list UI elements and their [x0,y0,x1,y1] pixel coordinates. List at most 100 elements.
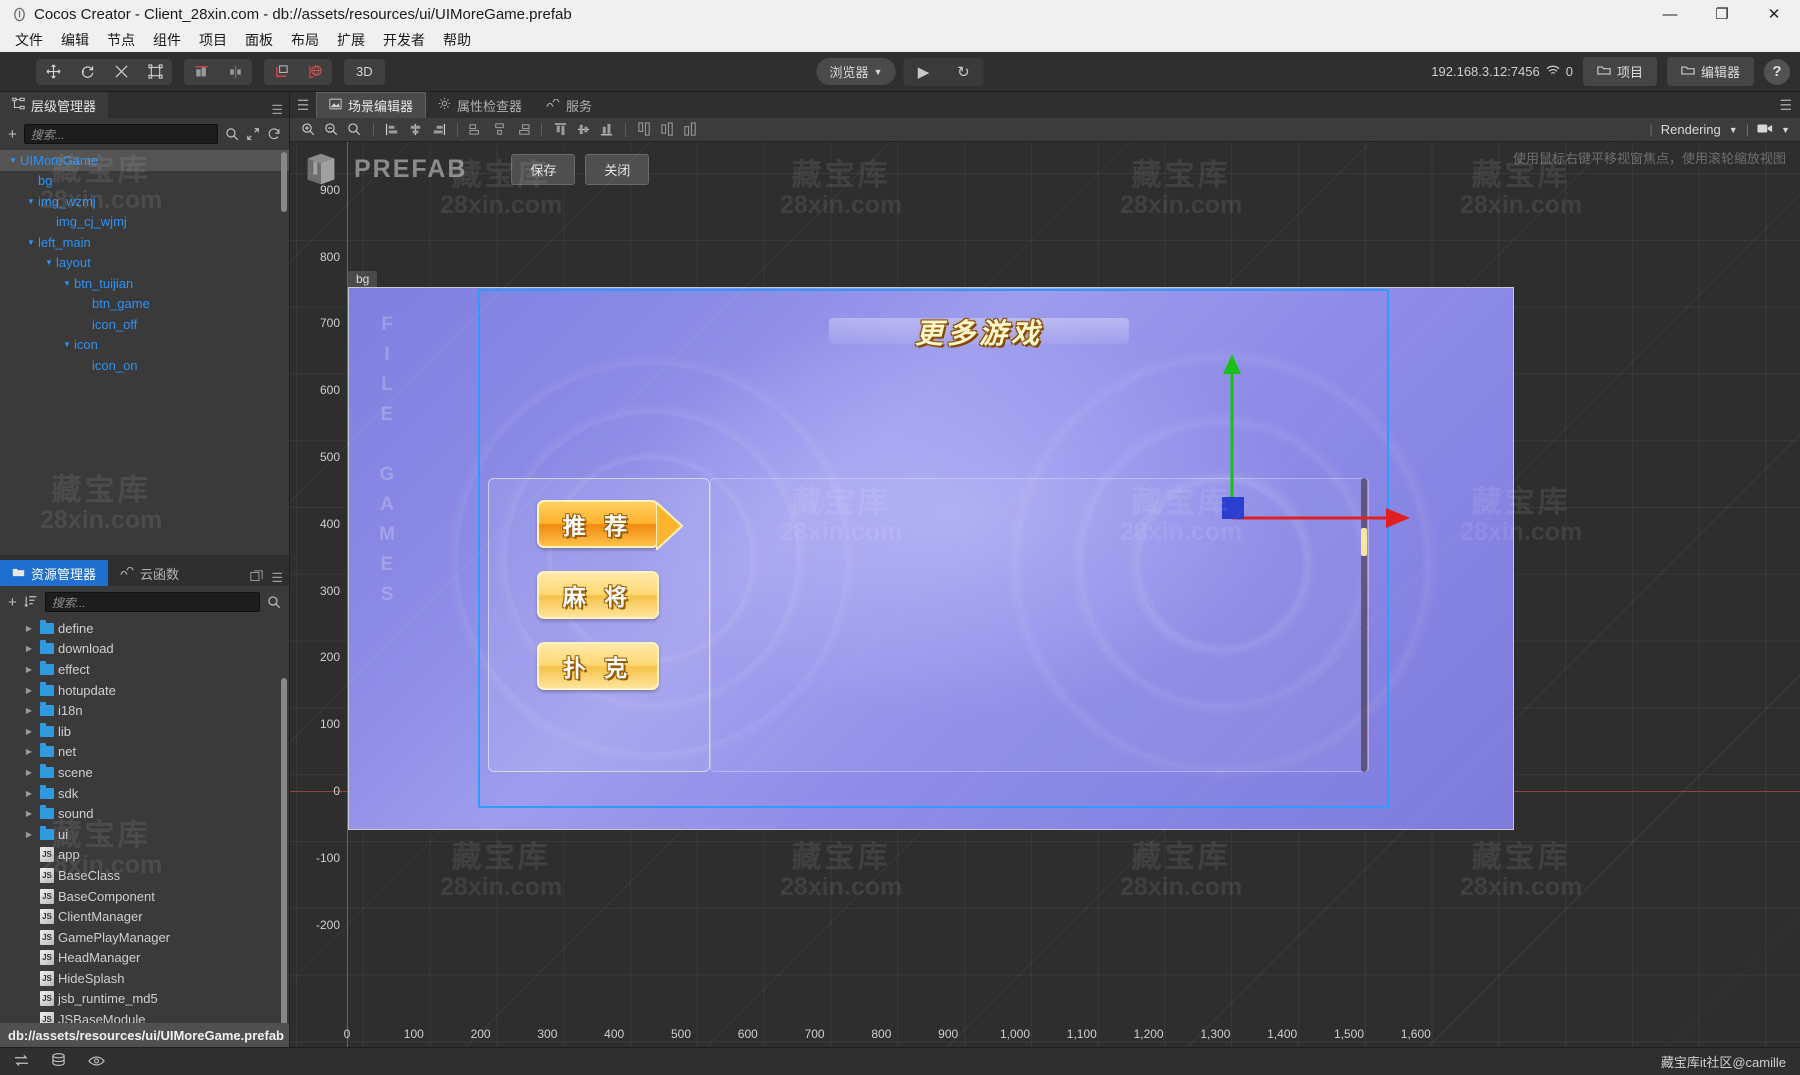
play-button[interactable]: ▶ [903,58,943,86]
asset-item-hotupdate[interactable]: ▶ hotupdate [0,680,289,701]
asset-item-JSBaseModule[interactable]: JS JSBaseModule [0,1009,289,1023]
hierarchy-node-layout[interactable]: ▼ layout [0,253,289,274]
hierarchy-node-btn_game[interactable]: btn_game [0,294,289,315]
hierarchy-scrollbar[interactable] [281,152,287,212]
tab-inspector[interactable]: 属性检查器 [426,92,534,118]
menu-component[interactable]: 组件 [144,28,190,52]
hierarchy-panel-menu[interactable]: ☰ [271,102,283,118]
asset-item-jsb_runtime_md5[interactable]: JS jsb_runtime_md5 [0,989,289,1010]
chevron-right-icon[interactable]: ▶ [22,809,36,818]
chevron-down-icon[interactable]: ▼ [24,197,38,206]
sort-icon[interactable] [24,595,38,609]
move-tool[interactable] [36,59,70,85]
hierarchy-node-icon_off[interactable]: icon_off [0,314,289,335]
btn-tuijian[interactable]: 推 荐 [537,499,684,553]
asset-item-app[interactable]: JS app [0,845,289,866]
chevron-right-icon[interactable]: ▶ [22,768,36,777]
chevron-right-icon[interactable]: ▶ [22,789,36,798]
chevron-down-icon[interactable]: ▼ [1729,125,1738,135]
chevron-right-icon[interactable]: ▶ [22,727,36,736]
refresh-icon[interactable] [267,127,281,141]
asset-item-ClientManager[interactable]: JS ClientManager [0,906,289,927]
assets-search-input[interactable]: 搜索... [44,592,260,612]
hierarchy-search-input[interactable]: 搜索... [23,124,218,144]
zoom-in-icon[interactable] [298,120,319,139]
scene-viewport[interactable]: 使用鼠标右键平移视窗焦点，使用滚轮缩放视图 PREFAB 保存 关闭 bg F … [290,142,1800,1047]
help-button[interactable]: ? [1764,58,1790,85]
rect-tool[interactable] [138,59,172,85]
hierarchy-node-img_wzmj[interactable]: ▼ img_wzmj [0,191,289,212]
tab-service[interactable]: 服务 [534,92,604,118]
preview-target-select[interactable]: 浏览器 ▼ [816,58,896,85]
rotate-tool[interactable] [70,59,104,85]
project-settings-button[interactable]: 项目 [1582,57,1657,86]
asset-item-ui[interactable]: ▶ ui [0,824,289,845]
asset-item-HeadManager[interactable]: JS HeadManager [0,948,289,969]
chevron-down-icon[interactable]: ▼ [6,156,20,165]
chevron-right-icon[interactable]: ▶ [22,830,36,839]
distribute-center-icon[interactable] [489,120,510,139]
hierarchy-node-icon_on[interactable]: icon_on [0,355,289,376]
hierarchy-node-left_main[interactable]: ▼ left_main [0,232,289,253]
asset-item-BaseClass[interactable]: JS BaseClass [0,865,289,886]
search-icon[interactable] [267,595,281,609]
distribute-left-icon[interactable] [466,120,487,139]
eye-icon[interactable] [88,1054,105,1070]
menu-project[interactable]: 项目 [190,28,236,52]
sync-icon[interactable] [14,1054,29,1070]
search-icon[interactable] [225,127,239,141]
rendering-mode-select[interactable]: Rendering [1661,122,1721,137]
align-center-h-icon[interactable] [405,120,426,139]
align-bottom-icon[interactable] [596,120,617,139]
asset-item-net[interactable]: ▶ net [0,742,289,763]
dimension-toggle[interactable]: 3D [344,58,385,85]
chevron-right-icon[interactable]: ▶ [22,665,36,674]
pivot-pos-tool[interactable] [218,59,252,85]
close-button[interactable]: ✕ [1748,0,1800,28]
btn-puke[interactable]: 扑 克 [537,642,659,690]
camera-icon[interactable] [1757,122,1773,137]
hierarchy-node-UIMoreGame[interactable]: ▼ UIMoreGame [0,150,289,171]
distribute-bottom-icon[interactable] [680,120,701,139]
asset-item-BaseComponent[interactable]: JS BaseComponent [0,886,289,907]
align-left-icon[interactable] [382,120,403,139]
tab-cloud-function[interactable]: 云函数 [108,560,192,586]
add-asset-button[interactable]: + [8,594,17,611]
asset-item-scene[interactable]: ▶ scene [0,762,289,783]
chevron-right-icon[interactable]: ▶ [22,644,36,653]
locate-icon[interactable] [246,127,260,141]
asset-item-sdk[interactable]: ▶ sdk [0,783,289,804]
menu-icon[interactable]: ☰ [271,570,283,586]
menu-layout[interactable]: 布局 [282,28,328,52]
chevron-down-icon[interactable]: ▼ [1781,125,1790,135]
chevron-right-icon[interactable]: ▶ [22,686,36,695]
menu-icon[interactable]: ☰ [271,102,283,118]
menu-node[interactable]: 节点 [98,28,144,52]
asset-item-effect[interactable]: ▶ effect [0,659,289,680]
prefab-close-button[interactable]: 关闭 [585,153,650,185]
distribute-top-icon[interactable] [634,120,655,139]
tab-hierarchy[interactable]: 层级管理器 [0,92,109,118]
asset-item-define[interactable]: ▶ define [0,618,289,639]
database-icon[interactable] [51,1053,66,1070]
asset-item-HideSplash[interactable]: JS HideSplash [0,968,289,989]
menu-icon[interactable]: ☰ [290,97,316,114]
align-top-icon[interactable] [550,120,571,139]
btn-majiang[interactable]: 麻 将 [537,571,659,619]
hierarchy-node-img_cj_wjmj[interactable]: img_cj_wjmj [0,212,289,233]
chevron-right-icon[interactable]: ▶ [22,624,36,633]
asset-item-lib[interactable]: ▶ lib [0,721,289,742]
scene-panel-menu[interactable]: ☰ [1779,97,1792,114]
chevron-right-icon[interactable]: ▶ [22,706,36,715]
chevron-down-icon[interactable]: ▼ [42,258,56,267]
chevron-down-icon[interactable]: ▼ [60,340,74,349]
add-node-button[interactable]: + [8,126,17,143]
maximize-button[interactable]: ❐ [1696,0,1748,28]
asset-item-sound[interactable]: ▶ sound [0,803,289,824]
local-coord-tool[interactable] [264,59,298,85]
prefab-save-button[interactable]: 保存 [511,153,576,185]
asset-item-download[interactable]: ▶ download [0,639,289,660]
chevron-down-icon[interactable]: ▼ [60,279,74,288]
menu-panel[interactable]: 面板 [236,28,282,52]
hierarchy-node-bg[interactable]: bg [0,171,289,192]
